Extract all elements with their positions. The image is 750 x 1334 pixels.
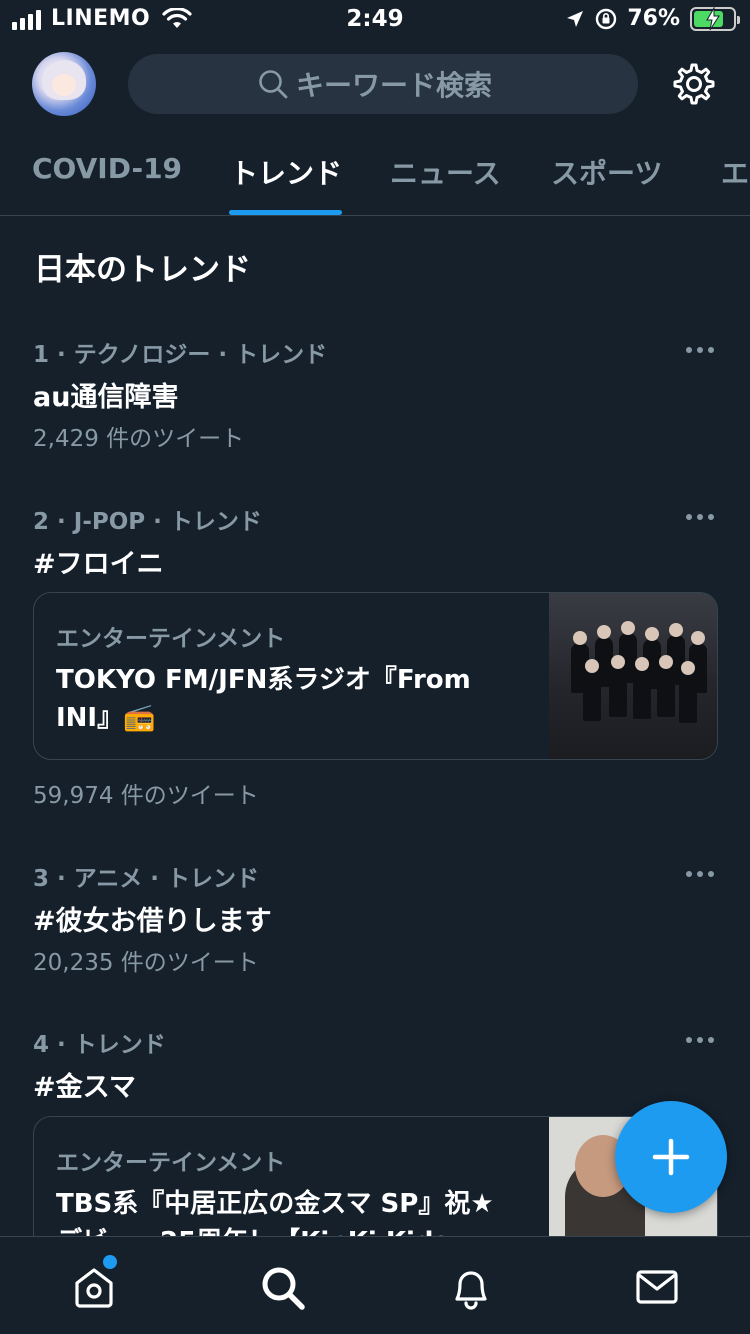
more-icon[interactable] bbox=[686, 1037, 714, 1043]
trend-item[interactable]: 2 · J-POP · トレンド #フロイニ エンターテインメント TOKYO … bbox=[0, 502, 750, 812]
plus-icon bbox=[652, 1138, 690, 1176]
bell-icon[interactable] bbox=[449, 1265, 493, 1311]
card-headline: TBS系『中居正広の金スマ SP』祝★デビュー25周年！【KinKi Kids bbox=[56, 1189, 494, 1236]
trend-meta: 4 · トレンド bbox=[33, 1032, 166, 1058]
tweet-count: 2,429 件のツイート bbox=[33, 426, 245, 452]
tab-entertainment[interactable]: エ bbox=[721, 152, 749, 192]
location-icon bbox=[567, 10, 584, 27]
card-category: エンターテインメント bbox=[56, 626, 286, 652]
trend-item[interactable]: 1 · テクノロジー · トレンド au通信障害 2,429 件のツイート bbox=[0, 335, 750, 455]
more-icon[interactable] bbox=[686, 871, 714, 877]
news-card[interactable]: エンターテインメント TBS系『中居正広の金スマ SP』祝★デビュー25周年！【… bbox=[33, 1116, 718, 1236]
trend-title: #彼女お借りします bbox=[33, 906, 272, 937]
trend-title: #フロイニ bbox=[33, 549, 164, 580]
active-tab-indicator bbox=[229, 210, 342, 215]
avatar[interactable] bbox=[32, 52, 96, 116]
trend-title: au通信障害 bbox=[33, 382, 179, 413]
gear-icon[interactable] bbox=[672, 62, 716, 106]
search-icon[interactable] bbox=[260, 1265, 306, 1311]
tab-bar: COVID-19 トレンド ニュース スポーツ エ bbox=[0, 150, 750, 216]
trend-title: #金スマ bbox=[33, 1072, 136, 1103]
home-icon[interactable] bbox=[72, 1265, 116, 1309]
orientation-lock-icon bbox=[596, 8, 617, 29]
tab-covid[interactable]: COVID-19 bbox=[32, 152, 182, 185]
top-header: キーワード検索 bbox=[0, 48, 750, 122]
trend-item[interactable]: 3 · アニメ · トレンド #彼女お借りします 20,235 件のツイート bbox=[0, 859, 750, 979]
card-category: エンターテインメント bbox=[56, 1150, 286, 1176]
tweet-count: 20,235 件のツイート bbox=[33, 950, 259, 976]
tab-trends[interactable]: トレンド bbox=[230, 152, 342, 192]
trend-meta: 2 · J-POP · トレンド bbox=[33, 509, 262, 535]
card-headline: TOKYO FM/JFN系ラジオ『From INI』📻 bbox=[56, 665, 471, 733]
search-icon bbox=[259, 70, 288, 99]
search-placeholder: キーワード検索 bbox=[296, 69, 493, 102]
tab-news[interactable]: ニュース bbox=[390, 152, 501, 192]
tab-sports[interactable]: スポーツ bbox=[551, 152, 662, 192]
charging-bolt-icon bbox=[706, 6, 720, 30]
more-icon[interactable] bbox=[686, 514, 714, 520]
battery-icon bbox=[690, 6, 740, 31]
search-input[interactable]: キーワード検索 bbox=[128, 54, 638, 114]
compose-tweet-button[interactable] bbox=[615, 1101, 727, 1213]
news-card[interactable]: エンターテインメント TOKYO FM/JFN系ラジオ『From INI』📻 bbox=[33, 592, 718, 760]
bottom-navigation bbox=[0, 1236, 750, 1334]
status-bar: LINEMO 2:49 76% bbox=[0, 0, 750, 42]
battery-percent: 76% bbox=[627, 6, 680, 31]
notification-dot bbox=[103, 1255, 117, 1269]
trend-meta: 1 · テクノロジー · トレンド bbox=[33, 342, 328, 368]
more-icon[interactable] bbox=[686, 347, 714, 353]
mail-icon[interactable] bbox=[635, 1265, 679, 1309]
tweet-count: 59,974 件のツイート bbox=[33, 783, 259, 809]
card-thumbnail-image bbox=[549, 593, 717, 759]
trend-meta: 3 · アニメ · トレンド bbox=[33, 866, 260, 892]
page-title: 日本のトレンド bbox=[34, 252, 251, 288]
